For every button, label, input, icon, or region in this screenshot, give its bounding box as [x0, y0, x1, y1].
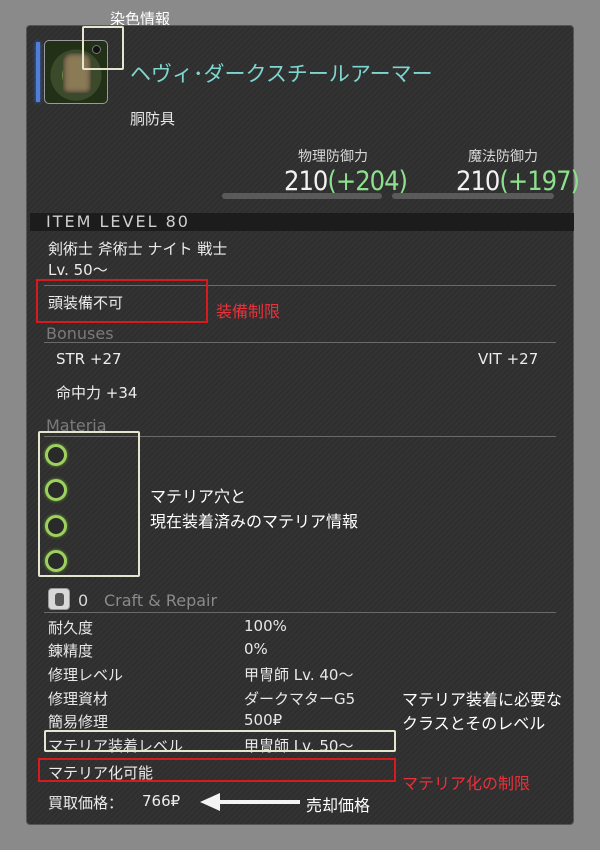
annotation-materia-line2: 現在装着済みのマテリア情報 [150, 512, 359, 531]
repair-material-label: 修理資材 [48, 690, 109, 708]
physical-defense-bar [222, 193, 382, 199]
annotation-materia-req-line1: マテリア装着に必要な [402, 690, 563, 709]
screenshot-stage: 染色情報 ヘヴィ･ダークスチールアーマー 胴防具 物理防御力 210(+204)… [0, 0, 600, 850]
repair-level-label: 修理レベル [48, 666, 124, 684]
bonus-accuracy: 命中力 +34 [56, 384, 138, 402]
craft-repair-title: Craft & Repair [104, 591, 218, 610]
repair-material-value: ダークマターG5 [244, 690, 356, 708]
divider [44, 612, 556, 613]
divider [44, 342, 556, 343]
repair-icon [48, 588, 70, 610]
item-level: ITEM LEVEL 80 [46, 212, 190, 231]
spiritbond-value: 0% [244, 640, 268, 658]
bonus-str: STR +27 [56, 350, 122, 368]
repair-level-value: 甲冑師 Lv. 40～ [244, 666, 354, 684]
annotation-materia-req-line2: クラスとそのレベル [402, 714, 546, 733]
durability-value: 100% [244, 617, 287, 635]
annotation-equip-restriction: 装備制限 [216, 302, 281, 321]
quick-repair-value: 500₽ [244, 711, 283, 729]
rarity-bar [36, 42, 40, 102]
level-requirement: Lv. 50～ [48, 261, 108, 279]
arrow-shaft [218, 800, 300, 804]
spiritbond-label: 錬精度 [48, 642, 94, 660]
magic-defense-bar [392, 193, 554, 199]
annotation-materia-line1: マテリア穴と [150, 487, 247, 506]
annotation-box-materia [38, 431, 140, 577]
equippable-classes: 剣術士 斧術士 ナイト 戦士 [48, 240, 228, 258]
sell-price-value: 766₽ [142, 792, 181, 810]
annotation-sell-price: 売却価格 [306, 796, 371, 815]
item-name: ヘヴィ･ダークスチールアーマー [130, 62, 433, 86]
annotation-box-dye [82, 26, 124, 70]
annotation-box-materialize [38, 758, 396, 782]
bonus-vit: VIT +27 [478, 350, 539, 368]
magic-defense-label: 魔法防御力 [468, 149, 538, 165]
sell-price-label: 買取価格： [48, 794, 124, 812]
physical-defense-label: 物理防御力 [298, 149, 368, 165]
bonuses-title: Bonuses [46, 324, 114, 343]
quick-repair-label: 簡易修理 [48, 713, 109, 731]
annotation-materialize-restriction: マテリア化の制限 [402, 774, 531, 793]
craft-count: 0 [78, 591, 89, 610]
annotation-box-materia-level [44, 730, 396, 752]
annotation-box-equip-restriction [36, 279, 208, 323]
arrow-left-icon [200, 793, 220, 811]
durability-label: 耐久度 [48, 619, 94, 637]
item-category: 胴防具 [130, 110, 176, 128]
